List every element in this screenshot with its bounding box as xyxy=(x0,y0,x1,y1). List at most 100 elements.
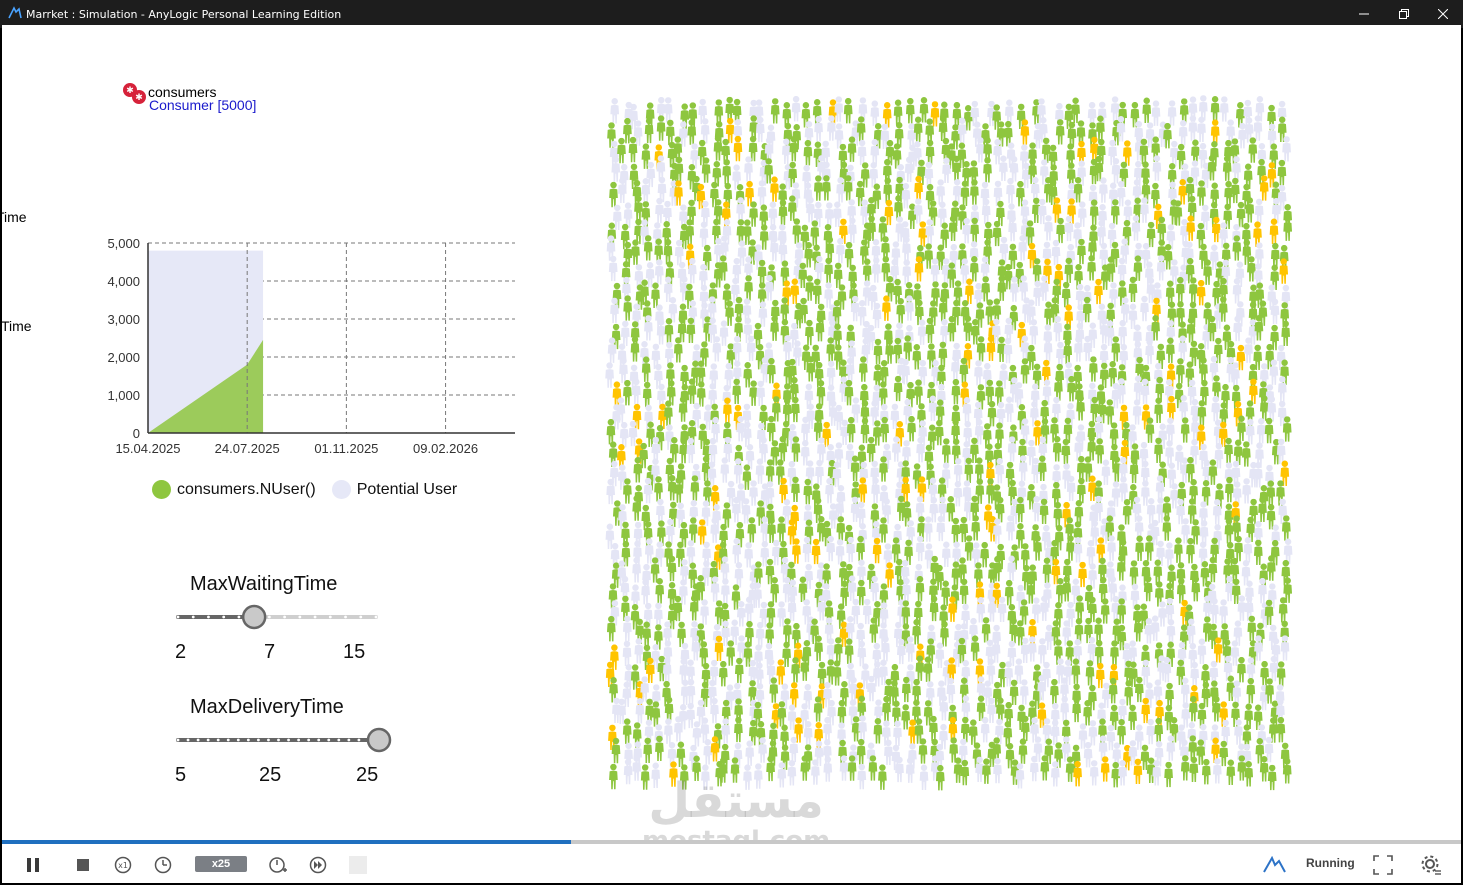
agent-person-icon xyxy=(1210,96,1220,122)
agent-person-icon xyxy=(843,175,853,201)
agent-person-icon xyxy=(803,721,813,747)
y-tick-label: 5,000 xyxy=(107,236,140,251)
agent-person-icon xyxy=(935,642,945,668)
agent-person-icon xyxy=(872,537,882,564)
agent-person-icon xyxy=(965,278,974,304)
agent-person-icon xyxy=(1117,524,1126,550)
agent-person-icon xyxy=(836,177,845,203)
agent-person-icon xyxy=(814,255,824,282)
slider-tick xyxy=(313,615,317,619)
agent-person-icon xyxy=(1007,436,1017,462)
restore-button[interactable] xyxy=(1384,0,1424,28)
population-type-label[interactable]: Consumer [5000] xyxy=(149,98,256,112)
agent-person-icon xyxy=(1073,760,1082,787)
agent-person-icon xyxy=(962,217,972,244)
agent-person-icon xyxy=(878,764,887,790)
agent-person-icon xyxy=(1140,378,1150,405)
agent-person-icon xyxy=(946,496,956,522)
speed-up-button[interactable] xyxy=(267,854,289,876)
slider-tick xyxy=(307,738,311,742)
window-title: Marrket : Simulation - AnyLogic Personal… xyxy=(26,8,342,21)
max-waiting-time-slider[interactable] xyxy=(172,603,384,631)
agent-person-icon xyxy=(642,621,652,647)
agent-person-icon xyxy=(882,102,892,128)
agent-person-icon xyxy=(1015,496,1025,523)
agent-person-icon xyxy=(923,656,933,682)
agent-person-icon xyxy=(755,621,765,648)
agent-population-icon[interactable]: ✱ ✱ xyxy=(122,82,148,106)
agent-person-icon xyxy=(771,539,781,566)
legend-potential-label: Potential User xyxy=(356,480,458,498)
agent-person-icon xyxy=(746,335,756,362)
agent-person-icon xyxy=(1027,242,1037,269)
agent-person-icon xyxy=(622,718,632,744)
agent-person-icon xyxy=(1118,760,1127,786)
run-fastest-button[interactable] xyxy=(307,854,329,876)
agent-person-icon xyxy=(873,718,883,744)
agent-person-icon xyxy=(1100,756,1110,782)
agent-person-icon xyxy=(1050,719,1060,746)
agent-person-icon xyxy=(934,419,944,446)
agent-person-icon xyxy=(1073,537,1083,563)
close-button[interactable] xyxy=(1423,0,1463,28)
agent-person-icon xyxy=(902,236,911,262)
slider-tick xyxy=(374,615,378,619)
agent-person-icon xyxy=(632,495,642,521)
agent-person-icon xyxy=(736,197,745,223)
slider-tick xyxy=(246,738,250,742)
agent-person-icon xyxy=(744,596,754,622)
agent-person-icon xyxy=(962,397,972,423)
fullscreen-button[interactable] xyxy=(1372,854,1394,876)
agent-person-icon xyxy=(781,138,791,164)
agent-person-icon xyxy=(749,480,758,506)
legend-potential-swatch xyxy=(331,480,351,499)
agent-person-icon xyxy=(928,395,938,421)
agent-person-icon xyxy=(968,719,978,745)
agent-person-icon xyxy=(699,641,709,667)
agent-person-icon xyxy=(1282,136,1291,162)
agent-person-icon xyxy=(1105,399,1115,425)
agent-person-icon xyxy=(827,115,836,141)
agent-person-icon xyxy=(758,737,767,763)
agent-person-icon xyxy=(642,381,652,408)
stop-button[interactable] xyxy=(72,854,94,876)
agent-person-icon xyxy=(1244,761,1254,787)
agent-person-icon xyxy=(1254,315,1264,341)
realtime-x1-button[interactable]: x1 xyxy=(112,854,134,876)
settings-button[interactable] xyxy=(1420,854,1442,876)
agent-person-icon xyxy=(813,696,823,722)
agent-person-icon xyxy=(1066,535,1075,561)
agent-person-icon xyxy=(663,97,673,123)
agent-person-icon xyxy=(1040,755,1050,781)
agent-person-icon xyxy=(1111,336,1121,362)
agent-person-icon xyxy=(1266,555,1276,581)
agent-person-icon xyxy=(1116,555,1126,581)
agent-person-icon xyxy=(995,457,1005,484)
agent-person-icon xyxy=(664,400,673,426)
agent-person-icon xyxy=(936,515,946,542)
slider-tick xyxy=(191,615,195,619)
agent-person-icon xyxy=(804,242,814,268)
step-button[interactable] xyxy=(347,854,369,876)
agent-person-icon xyxy=(1053,501,1063,528)
agent-person-icon xyxy=(847,136,857,162)
agent-person-icon xyxy=(697,519,707,545)
agent-person-icon xyxy=(655,578,665,604)
agent-person-icon xyxy=(1219,599,1228,625)
agent-person-icon xyxy=(1074,336,1083,362)
minimize-button[interactable] xyxy=(1344,0,1384,28)
agent-person-icon xyxy=(891,436,901,462)
agent-person-icon xyxy=(1226,759,1236,785)
agent-person-icon xyxy=(1212,758,1222,784)
slow-down-button[interactable] xyxy=(152,854,174,876)
agent-person-icon xyxy=(674,716,683,742)
agent-person-icon xyxy=(777,516,786,542)
agent-person-icon xyxy=(1110,199,1120,225)
agent-person-icon xyxy=(1166,417,1175,443)
agent-person-icon xyxy=(755,116,765,143)
agent-person-icon xyxy=(918,738,928,764)
agent-person-icon xyxy=(611,737,621,764)
agent-person-icon xyxy=(1178,335,1188,361)
max-delivery-time-slider[interactable] xyxy=(172,726,397,754)
pause-button[interactable] xyxy=(22,854,44,876)
